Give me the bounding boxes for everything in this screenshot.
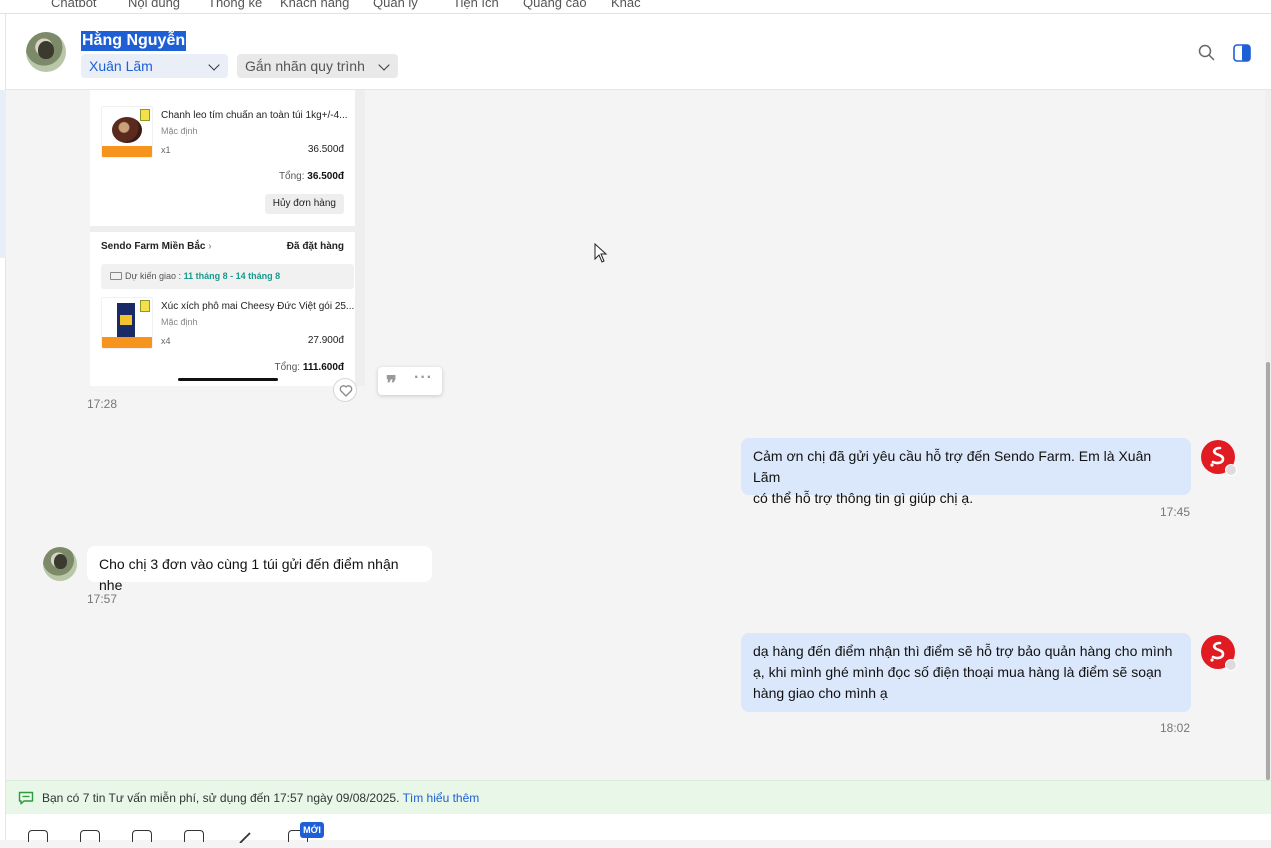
chat-messages: Chanh leo tím chuẩn an toàn túi 1kg+/-4.… <box>6 90 1265 780</box>
heart-icon <box>339 385 353 397</box>
nav-chatbot[interactable]: Chatbot <box>51 0 97 10</box>
quote-icon[interactable]: ❞ <box>386 371 397 395</box>
message-icon <box>18 791 34 805</box>
customer-avatar[interactable] <box>26 32 66 72</box>
side-panel-toggle-icon[interactable] <box>1233 44 1251 62</box>
react-heart-button[interactable] <box>333 378 357 402</box>
pen-icon[interactable] <box>236 830 256 844</box>
nav-statistics[interactable]: Thống kê <box>208 0 262 10</box>
mouse-cursor-icon <box>594 243 608 263</box>
quick-reply-icon[interactable] <box>28 830 48 842</box>
chat-scrollbar[interactable] <box>1265 90 1271 780</box>
product-price: 27.900đ <box>307 335 344 346</box>
message-time: 17:45 <box>1160 505 1191 519</box>
composer-toolbar: MỚI <box>6 814 1271 844</box>
incoming-message[interactable]: Cho chị 3 đơn vào cùng 1 túi gửi đến điể… <box>87 546 432 593</box>
shop-avatar <box>1201 440 1237 476</box>
product-variant: Mặc định <box>161 126 198 136</box>
outgoing-message[interactable]: Cảm ơn chị đã gửi yêu cầu hỗ trợ đến Sen… <box>741 438 1191 506</box>
file-icon[interactable] <box>80 830 100 842</box>
product-variant: Mặc định <box>161 317 198 327</box>
new-badge: MỚI <box>300 822 324 838</box>
assignee-value: Xuân Lãm <box>89 58 153 74</box>
channel-badge <box>1225 659 1237 671</box>
chevron-down-icon <box>208 59 220 71</box>
cancel-order-button: Hủy đơn hàng <box>264 194 344 214</box>
nav-customers[interactable]: Khách hàng <box>280 0 349 10</box>
order-total: Tổng: 36.500đ <box>278 171 344 182</box>
process-label-dropdown[interactable]: Gắn nhãn quy trình <box>237 54 398 78</box>
learn-more-link[interactable]: Tìm hiểu thêm <box>403 791 480 805</box>
nav-management[interactable]: Quản lý <box>373 0 418 10</box>
product-image <box>101 297 153 349</box>
message-actions: ❞ ··· <box>378 367 442 395</box>
message-time: 18:02 <box>1160 721 1191 735</box>
product-image <box>101 106 153 158</box>
chevron-down-icon <box>378 59 390 71</box>
order-card: Sendo Farm Miền Bắc › Đã đặt hàng Dự kiế… <box>90 232 355 386</box>
nav-more[interactable]: Khác <box>611 0 641 10</box>
top-navigation: Chatbot Nội dung Thống kê Khách hàng Quả… <box>0 0 1271 14</box>
image-icon[interactable] <box>132 830 152 842</box>
assignee-dropdown[interactable]: Xuân Lãm <box>81 54 228 78</box>
product-name: Chanh leo tím chuẩn an toàn túi 1kg+/-4.… <box>161 110 348 121</box>
nav-utilities[interactable]: Tiện ích <box>453 0 499 10</box>
channel-badge <box>1225 464 1237 476</box>
conversation-header: Hằng Nguyễn Xuân Lãm Gắn nhãn quy trình <box>6 14 1271 90</box>
product-price: 36.500đ <box>307 144 344 155</box>
home-indicator <box>178 378 278 381</box>
nav-content[interactable]: Nội dung <box>128 0 180 10</box>
message-time: 17:57 <box>87 592 118 606</box>
customer-name[interactable]: Hằng Nguyễn <box>81 31 187 51</box>
process-label-placeholder: Gắn nhãn quy trình <box>245 58 365 74</box>
scrollbar-thumb[interactable] <box>1266 362 1270 780</box>
search-icon[interactable] <box>1198 44 1215 61</box>
outgoing-message[interactable]: dạ hàng đến điểm nhận thì điểm sẽ hỗ trợ… <box>741 633 1191 712</box>
order-total: Tổng: 111.600đ <box>274 362 344 373</box>
notice-text: Bạn có 7 tin Tư vấn miễn phí, sử dụng đế… <box>42 791 400 805</box>
order-card: Chanh leo tím chuẩn an toàn túi 1kg+/-4.… <box>90 90 355 226</box>
template-icon[interactable] <box>184 830 204 842</box>
nav-ads[interactable]: Quảng cáo <box>523 0 587 10</box>
truck-icon <box>110 272 122 280</box>
free-message-notice: Bạn có 7 tin Tư vấn miễn phí, sử dụng đế… <box>6 780 1271 814</box>
order-status: Đã đặt hàng <box>286 241 344 252</box>
product-qty: x1 <box>161 145 171 155</box>
more-icon[interactable]: ··· <box>414 369 433 387</box>
delivery-estimate: Dự kiến giao : 11 tháng 8 - 14 tháng 8 <box>101 264 354 289</box>
product-qty: x4 <box>161 336 171 346</box>
shop-name: Sendo Farm Miền Bắc › <box>101 241 212 252</box>
message-time: 17:28 <box>87 397 118 411</box>
shared-order-image[interactable]: Chanh leo tím chuẩn an toàn túi 1kg+/-4.… <box>90 90 365 386</box>
shop-avatar <box>1201 635 1237 671</box>
product-name: Xúc xích phô mai Cheesy Đức Việt gói 25.… <box>161 301 355 312</box>
customer-avatar[interactable] <box>43 547 77 581</box>
